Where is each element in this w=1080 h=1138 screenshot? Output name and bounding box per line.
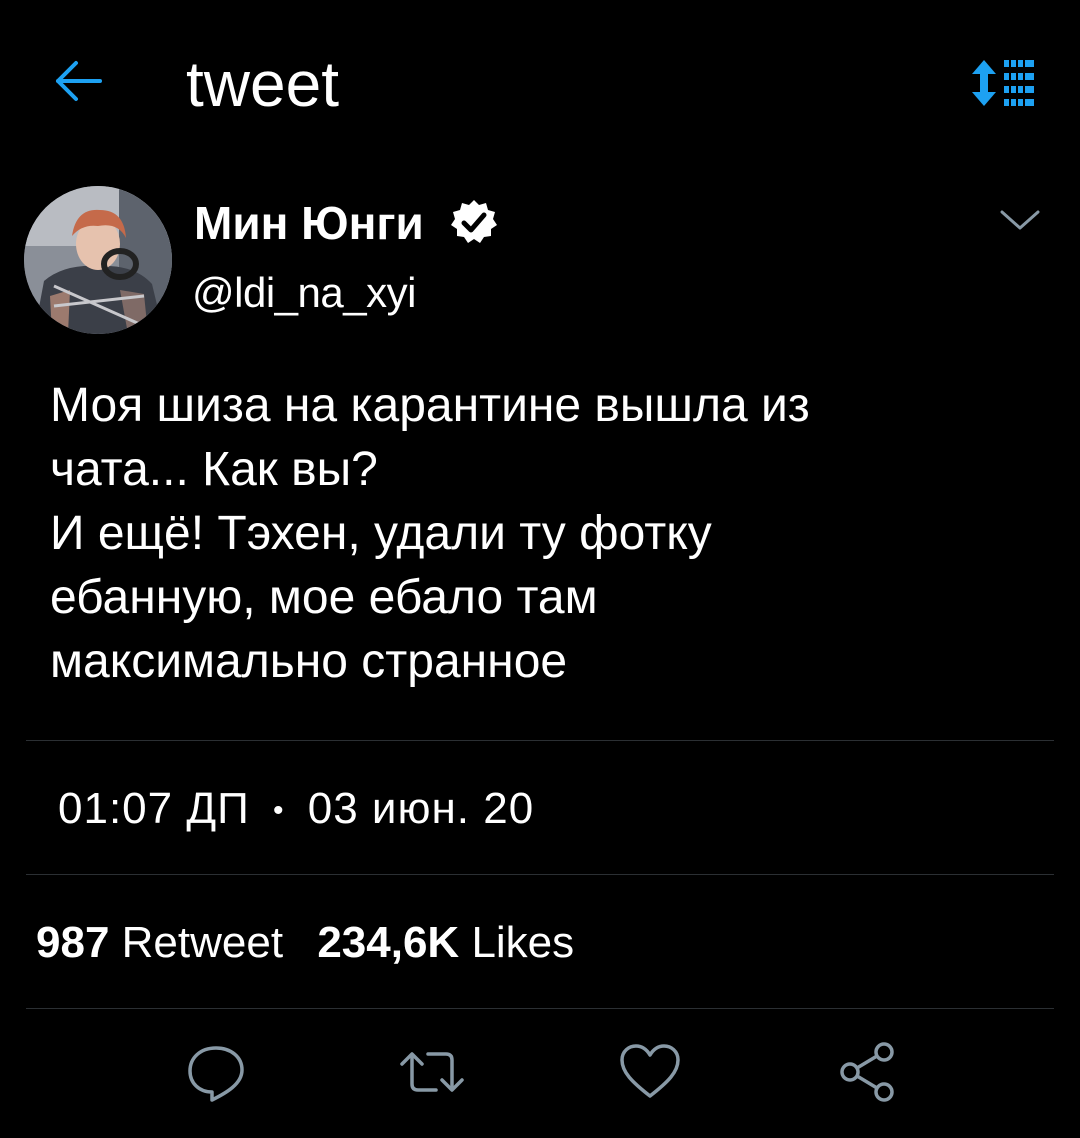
sort-icon bbox=[972, 60, 1034, 106]
likes-count[interactable]: 234,6K bbox=[317, 918, 459, 967]
heart-icon bbox=[620, 1044, 680, 1098]
arrow-left-icon bbox=[56, 61, 102, 101]
author-name[interactable]: Мин Юнги bbox=[194, 196, 424, 250]
divider bbox=[26, 1008, 1054, 1009]
top-bar: tweet bbox=[0, 0, 1080, 170]
retweet-icon bbox=[400, 1052, 464, 1092]
verified-badge-icon bbox=[450, 198, 498, 246]
tweet-date: 03 июн. 20 bbox=[307, 784, 535, 833]
sort-button[interactable] bbox=[970, 58, 1040, 108]
retweet-count[interactable]: 987 bbox=[36, 918, 109, 967]
tweet-detail-page: tweet Мин Юнги @ldi_na_xyi Моя шиза на к… bbox=[0, 0, 1080, 1138]
retweet-button[interactable] bbox=[400, 1040, 464, 1104]
comment-icon bbox=[188, 1046, 244, 1102]
engagement-stats: 987 Retweet 234,6K Likes bbox=[36, 916, 596, 970]
timestamp-separator: • bbox=[273, 794, 285, 828]
avatar-photo bbox=[24, 186, 172, 334]
tweet-time: 01:07 ДП bbox=[58, 784, 250, 833]
divider bbox=[26, 740, 1054, 741]
reply-button[interactable] bbox=[184, 1040, 248, 1104]
tweet-timestamp: 01:07 ДП • 03 июн. 20 bbox=[58, 782, 534, 838]
likes-label[interactable]: Likes bbox=[471, 918, 574, 967]
share-button[interactable] bbox=[836, 1040, 900, 1104]
retweet-label[interactable]: Retweet bbox=[122, 918, 283, 967]
chevron-down-icon bbox=[1000, 210, 1040, 230]
divider bbox=[26, 874, 1054, 875]
like-button[interactable] bbox=[618, 1040, 682, 1104]
tweet-text: Моя шиза на карантине вышла из чата... К… bbox=[50, 379, 810, 688]
more-options-button[interactable] bbox=[998, 206, 1042, 234]
avatar[interactable] bbox=[24, 186, 172, 334]
share-icon bbox=[840, 1042, 894, 1102]
back-button[interactable] bbox=[52, 58, 104, 104]
page-title: tweet bbox=[186, 48, 339, 120]
author-handle[interactable]: @ldi_na_xyi bbox=[192, 268, 416, 318]
